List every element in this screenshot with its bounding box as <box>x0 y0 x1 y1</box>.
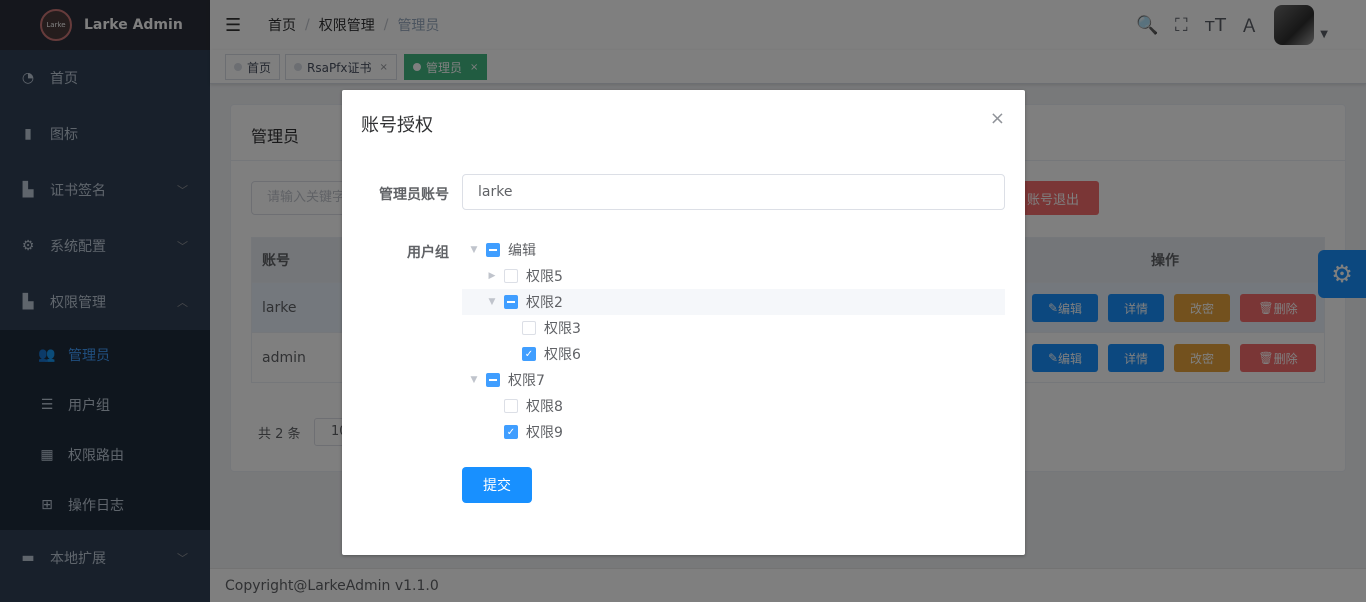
tree-node-label: 权限6 <box>544 347 581 363</box>
caret-down-icon[interactable]: ▼ <box>462 375 486 385</box>
dialog-title: 账号授权 <box>361 115 433 136</box>
tree-node[interactable]: ▶ 权限8 <box>462 393 1005 419</box>
checkbox[interactable] <box>504 269 518 283</box>
checkbox[interactable] <box>522 321 536 335</box>
checkbox-indeterminate[interactable] <box>486 373 500 387</box>
close-icon[interactable]: × <box>990 108 1005 129</box>
tree-node[interactable]: ▶ ✓ 权限9 <box>462 419 1005 445</box>
tree-node-label: 编辑 <box>508 243 536 259</box>
caret-down-icon[interactable]: ▼ <box>480 297 504 307</box>
tree-node-label: 权限2 <box>526 295 563 311</box>
account-input[interactable]: larke <box>462 174 1005 210</box>
account-label: 管理员账号 <box>379 187 449 203</box>
tree-node-label: 权限8 <box>526 399 563 415</box>
tree-node[interactable]: ▶ 权限3 <box>462 315 1005 341</box>
tree-node[interactable]: ▼ 权限2 <box>462 289 1005 315</box>
tree-node[interactable]: ▶ 权限5 <box>462 263 1005 289</box>
checkbox-checked[interactable]: ✓ <box>522 347 536 361</box>
checkbox-indeterminate[interactable] <box>504 295 518 309</box>
tree-node-label: 权限5 <box>526 269 563 285</box>
auth-dialog: 账号授权 × 管理员账号 larke 用户组 ▼ 编辑 ▶ 权限5 ▼ 权限2 … <box>342 90 1025 555</box>
tree-node[interactable]: ▼ 编辑 <box>462 237 1005 263</box>
checkbox[interactable] <box>504 399 518 413</box>
checkbox-checked[interactable]: ✓ <box>504 425 518 439</box>
tree-node-label: 权限7 <box>508 373 545 389</box>
checkbox-indeterminate[interactable] <box>486 243 500 257</box>
caret-down-icon[interactable]: ▼ <box>462 245 486 255</box>
group-label: 用户组 <box>407 245 449 261</box>
group-tree: ▼ 编辑 ▶ 权限5 ▼ 权限2 ▶ 权限3 ▶ ✓ 权限6 ▼ 权限7 <box>462 237 1005 445</box>
tree-node-label: 权限3 <box>544 321 581 337</box>
tree-node[interactable]: ▼ 权限7 <box>462 367 1005 393</box>
tree-node-label: 权限9 <box>526 425 563 441</box>
submit-button[interactable]: 提交 <box>462 467 532 503</box>
tree-node[interactable]: ▶ ✓ 权限6 <box>462 341 1005 367</box>
caret-right-icon[interactable]: ▶ <box>480 271 504 281</box>
